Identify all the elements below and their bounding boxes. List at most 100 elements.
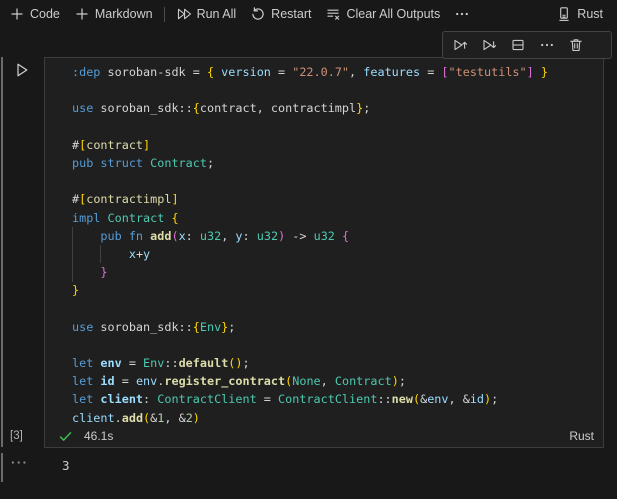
code-line[interactable]: let env = Env::default(); bbox=[72, 354, 603, 372]
delete-cell-icon[interactable] bbox=[568, 37, 584, 53]
toolbar-divider bbox=[163, 6, 165, 22]
code-line[interactable]: #[contract] bbox=[72, 136, 603, 154]
code-token: u32 bbox=[199, 228, 222, 243]
code-editor[interactable]: :dep soroban-sdk = { version = "22.0.7",… bbox=[45, 58, 603, 427]
run-cell-button[interactable] bbox=[13, 61, 31, 79]
code-token: id bbox=[100, 374, 115, 389]
execute-below-icon[interactable] bbox=[481, 37, 497, 53]
add-markdown-label: Markdown bbox=[94, 7, 153, 21]
code-token: env bbox=[427, 392, 449, 407]
code-line[interactable]: pub struct Contract; bbox=[72, 154, 603, 172]
plus-icon bbox=[11, 8, 23, 20]
code-line[interactable] bbox=[72, 81, 603, 99]
execute-above-icon[interactable] bbox=[452, 37, 468, 53]
restart-label: Restart bbox=[271, 7, 312, 21]
code-token: :: bbox=[164, 356, 179, 370]
code-token: env bbox=[100, 356, 122, 370]
kernel-icon bbox=[559, 7, 569, 21]
cell-output-value: 3 bbox=[62, 458, 70, 473]
plus-icon bbox=[76, 8, 88, 20]
code-token: 2 bbox=[185, 410, 193, 425]
cell-more-actions-icon[interactable] bbox=[539, 37, 555, 53]
indent-guide bbox=[100, 245, 101, 263]
code-token: contract bbox=[86, 137, 144, 152]
execution-duration: 46.1s bbox=[84, 429, 114, 443]
cell-status-bar: 46.1s Rust bbox=[45, 425, 603, 447]
code-line[interactable] bbox=[72, 336, 603, 354]
code-token: Contract bbox=[334, 374, 392, 389]
code-token: = bbox=[114, 374, 136, 389]
code-token: pub struct bbox=[72, 155, 144, 170]
code-token: Contract bbox=[143, 155, 207, 170]
code-line[interactable] bbox=[72, 118, 603, 136]
code-token: y bbox=[235, 228, 243, 243]
code-line[interactable]: } bbox=[72, 281, 603, 299]
restart-icon bbox=[252, 7, 264, 20]
code-token: use bbox=[72, 101, 94, 116]
code-token: { bbox=[192, 101, 200, 116]
code-token: , bbox=[221, 228, 236, 243]
code-line[interactable] bbox=[72, 172, 603, 190]
code-token: , bbox=[349, 65, 364, 79]
code-line[interactable]: } bbox=[72, 263, 603, 281]
code-token: ] bbox=[171, 192, 179, 207]
code-token: , & bbox=[164, 410, 186, 425]
code-line[interactable]: let id = env.register_contract(None, Con… bbox=[72, 372, 603, 390]
code-token: "22.0.7" bbox=[292, 65, 350, 79]
add-code-cell-button[interactable]: Code bbox=[2, 2, 67, 26]
code-line[interactable]: :dep soroban-sdk = { version = "22.0.7",… bbox=[72, 63, 603, 81]
execution-count: [3] bbox=[10, 430, 23, 442]
code-token: let bbox=[72, 392, 101, 407]
code-line[interactable]: x+y bbox=[72, 245, 603, 263]
code-line[interactable] bbox=[72, 299, 603, 317]
code-token: Contract bbox=[100, 210, 172, 225]
kernel-picker-button[interactable]: Rust bbox=[549, 2, 610, 26]
code-token: env bbox=[135, 374, 158, 389]
output-focus-indicator bbox=[1, 453, 3, 482]
code-token: x bbox=[128, 246, 136, 261]
code-token: "testutils" bbox=[448, 65, 527, 79]
clear-all-icon bbox=[327, 9, 340, 20]
code-token: register_contract bbox=[164, 374, 286, 389]
code-token: : bbox=[185, 228, 200, 243]
cell-editor: :dep soroban-sdk = { version = "22.0.7",… bbox=[44, 57, 604, 448]
restart-button[interactable]: Restart bbox=[243, 2, 318, 26]
cell-hover-toolbar bbox=[442, 31, 612, 59]
code-token: impl bbox=[72, 210, 101, 225]
code-token: client bbox=[72, 410, 115, 425]
code-token: [ bbox=[441, 65, 449, 79]
code-token: ; bbox=[398, 374, 406, 389]
run-all-icon bbox=[177, 8, 191, 20]
code-token: { bbox=[192, 319, 200, 334]
code-line[interactable]: #[contractimpl] bbox=[72, 190, 603, 208]
toolbar-more-actions-button[interactable] bbox=[447, 2, 477, 26]
code-line[interactable]: impl Contract { bbox=[72, 209, 603, 227]
code-token: , & bbox=[448, 392, 470, 407]
code-token: ) bbox=[192, 410, 200, 425]
code-token: { bbox=[206, 65, 215, 79]
notebook-toolbar: Code Markdown Run All Restart Clear All … bbox=[0, 0, 617, 28]
code-token: } bbox=[100, 265, 108, 280]
code-line[interactable]: let client: ContractClient = ContractCli… bbox=[72, 390, 603, 408]
run-all-button[interactable]: Run All bbox=[169, 2, 244, 26]
code-token: , bbox=[320, 374, 335, 389]
code-token: y bbox=[143, 246, 151, 261]
code-token: ; bbox=[228, 319, 236, 334]
code-token: default bbox=[178, 356, 229, 370]
code-line[interactable]: use soroban_sdk::{Env}; bbox=[72, 318, 603, 336]
output-options-button[interactable]: ··· bbox=[11, 455, 29, 470]
code-token: ; bbox=[363, 101, 371, 116]
add-markdown-cell-button[interactable]: Markdown bbox=[67, 2, 160, 26]
code-token: version bbox=[214, 65, 278, 79]
code-token: ; bbox=[491, 392, 499, 407]
code-token: = bbox=[278, 65, 293, 79]
split-cell-icon[interactable] bbox=[510, 37, 526, 53]
code-line[interactable]: pub fn add(x: u32, y: u32) -> u32 { bbox=[72, 227, 603, 245]
code-token: ( bbox=[171, 228, 179, 243]
clear-all-outputs-button[interactable]: Clear All Outputs bbox=[318, 2, 447, 26]
cell-language-picker[interactable]: Rust bbox=[569, 429, 594, 443]
code-line[interactable]: use soroban_sdk::{contract, contractimpl… bbox=[72, 99, 603, 117]
code-token: ContractClient bbox=[157, 392, 257, 407]
code-token: soroban_sdk:: bbox=[93, 101, 193, 116]
